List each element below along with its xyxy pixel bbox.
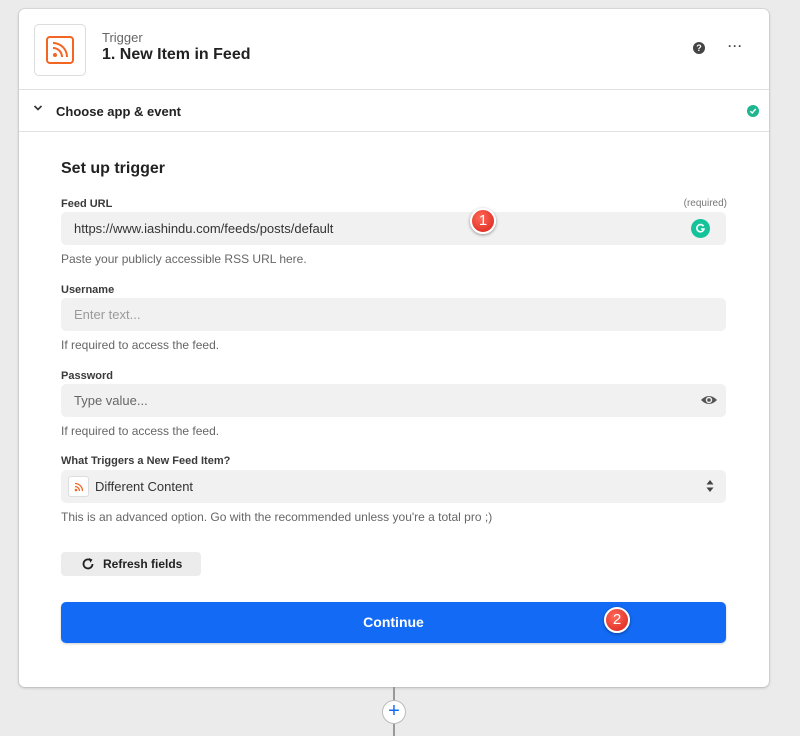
rss-app-logo bbox=[34, 24, 86, 76]
grammarly-icon[interactable] bbox=[691, 219, 710, 238]
rss-icon bbox=[46, 36, 74, 64]
username-label: Username bbox=[61, 284, 115, 296]
trigger-type-select[interactable]: Different Content bbox=[61, 470, 726, 503]
trigger-type-value: Different Content bbox=[95, 479, 194, 494]
trigger-step-card: Trigger 1. New Item in Feed ? ··· Choose… bbox=[19, 9, 769, 687]
annotation-badge-2: 2 bbox=[604, 607, 630, 633]
step-header[interactable]: Trigger 1. New Item in Feed ? ··· bbox=[19, 9, 769, 90]
username-placeholder: Enter text... bbox=[74, 307, 141, 322]
step-title: 1. New Item in Feed bbox=[102, 46, 251, 63]
help-icon[interactable]: ? bbox=[693, 42, 705, 54]
section-label: Choose app & event bbox=[56, 104, 181, 119]
more-options-icon[interactable]: ··· bbox=[728, 39, 743, 53]
rss-icon bbox=[68, 476, 89, 497]
password-label: Password bbox=[61, 370, 113, 382]
username-hint: If required to access the feed. bbox=[61, 338, 220, 352]
feed-url-input[interactable]: https://www.iashindu.com/feeds/posts/def… bbox=[61, 212, 726, 245]
password-input[interactable]: Type value... bbox=[61, 384, 726, 417]
section-choose-app-event[interactable]: Choose app & event bbox=[19, 90, 769, 132]
feed-url-value: https://www.iashindu.com/feeds/posts/def… bbox=[74, 221, 334, 236]
setup-trigger-title: Set up trigger bbox=[61, 160, 166, 177]
username-input[interactable]: Enter text... bbox=[61, 298, 726, 331]
password-placeholder: Type value... bbox=[74, 393, 148, 408]
eye-icon[interactable] bbox=[700, 393, 718, 407]
password-hint: If required to access the feed. bbox=[61, 424, 220, 438]
trigger-type-label: What Triggers a New Feed Item? bbox=[61, 455, 231, 467]
feed-url-label: Feed URL bbox=[61, 198, 113, 210]
annotation-badge-1: 1 bbox=[470, 208, 496, 234]
chevron-down-icon[interactable] bbox=[33, 103, 43, 113]
add-step-button[interactable]: + bbox=[382, 700, 406, 724]
step-kind: Trigger bbox=[102, 30, 143, 45]
sort-arrows-icon bbox=[706, 480, 714, 492]
refresh-fields-button[interactable]: Refresh fields bbox=[61, 552, 201, 576]
feed-url-hint: Paste your publicly accessible RSS URL h… bbox=[61, 252, 307, 266]
trigger-type-hint: This is an advanced option. Go with the … bbox=[61, 510, 493, 524]
required-indicator: (required) bbox=[683, 198, 727, 209]
refresh-icon bbox=[82, 558, 94, 570]
refresh-label: Refresh fields bbox=[103, 557, 183, 571]
check-icon bbox=[747, 105, 759, 117]
